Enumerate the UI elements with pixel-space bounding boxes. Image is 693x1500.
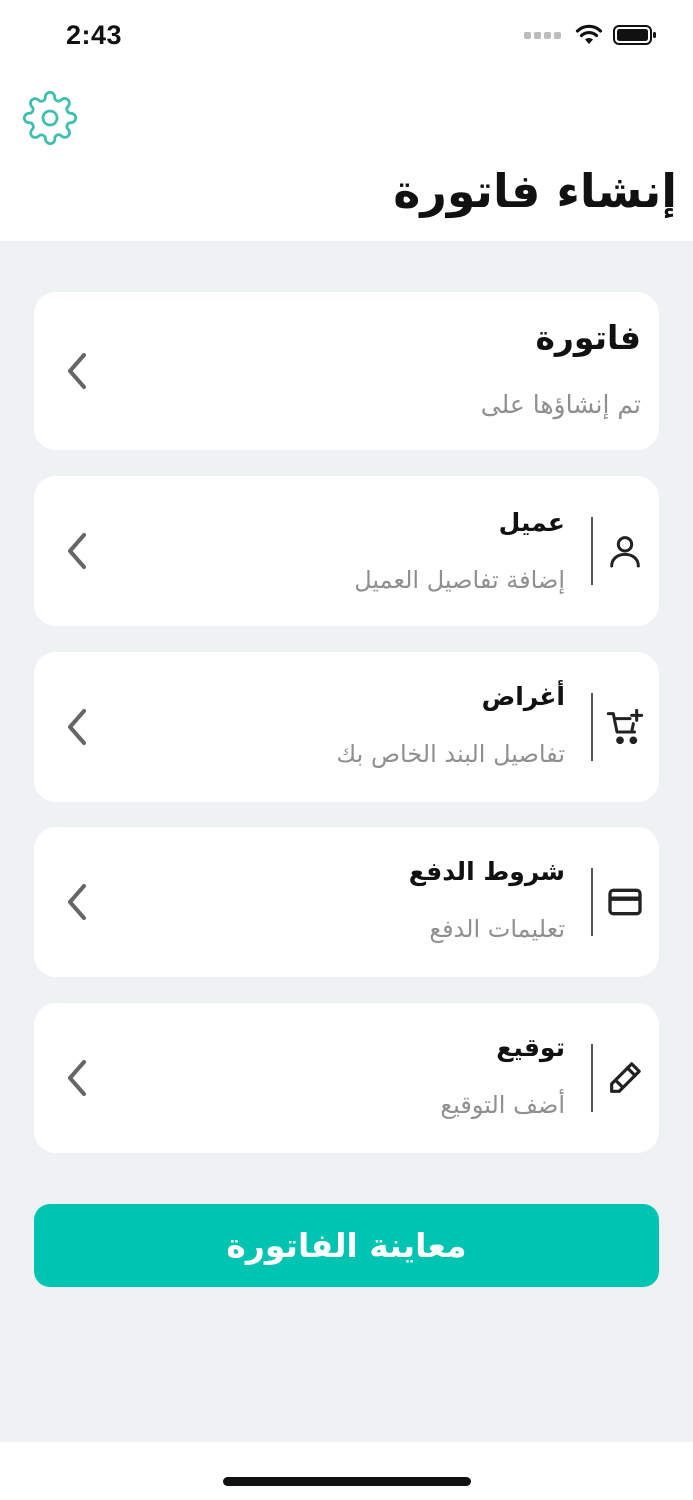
chevron-left-icon <box>68 709 86 745</box>
cart-plus-icon <box>606 708 644 745</box>
signal-icon <box>524 31 561 39</box>
payment-terms-card[interactable]: شروط الدفع تعليمات الدفع <box>34 827 659 977</box>
user-icon <box>610 536 640 568</box>
client-title: عميل <box>498 508 565 537</box>
chevron-left-icon <box>68 884 86 920</box>
items-card[interactable]: أغراض تفاصيل البند الخاص بك <box>34 652 659 802</box>
divider <box>591 517 593 585</box>
preview-invoice-button[interactable]: معاينة الفاتورة <box>34 1204 659 1287</box>
wifi-icon <box>575 24 603 44</box>
chevron-left-icon <box>68 353 86 389</box>
chevron-left-icon <box>68 1060 86 1096</box>
signature-title: توقيع <box>496 1033 565 1062</box>
items-subtitle: تفاصيل البند الخاص بك <box>336 740 565 768</box>
payment-terms-title: شروط الدفع <box>408 857 565 886</box>
home-indicator[interactable] <box>223 1477 471 1486</box>
signature-subtitle: أضف التوقيع <box>440 1091 565 1119</box>
invoice-title: فاتورة <box>535 318 641 357</box>
client-subtitle: إضافة تفاصيل العميل <box>354 566 565 594</box>
divider <box>591 693 593 761</box>
divider <box>591 1044 593 1112</box>
settings-button[interactable] <box>22 90 78 146</box>
credit-card-icon <box>608 888 642 916</box>
invoice-card[interactable]: فاتورة تم إنشاؤها على <box>34 292 659 450</box>
main-content: فاتورة تم إنشاؤها على عميل إضافة تفاصيل … <box>0 241 693 1442</box>
gear-icon <box>23 91 77 145</box>
divider <box>591 868 593 936</box>
status-bar: 2:43 <box>0 0 693 76</box>
status-icons <box>524 24 657 46</box>
status-time: 2:43 <box>66 20 123 50</box>
client-card[interactable]: عميل إضافة تفاصيل العميل <box>34 476 659 626</box>
payment-terms-subtitle: تعليمات الدفع <box>429 915 565 943</box>
home-area <box>0 1442 693 1500</box>
pen-icon <box>610 1062 641 1093</box>
page-title: إنشاء فاتورة <box>393 164 677 218</box>
items-title: أغراض <box>481 682 565 711</box>
battery-icon <box>613 25 656 45</box>
header: إنشاء فاتورة <box>0 76 693 241</box>
chevron-left-icon <box>68 533 86 569</box>
signature-card[interactable]: توقيع أضف التوقيع <box>34 1003 659 1153</box>
invoice-subtitle: تم إنشاؤها على <box>480 390 641 419</box>
